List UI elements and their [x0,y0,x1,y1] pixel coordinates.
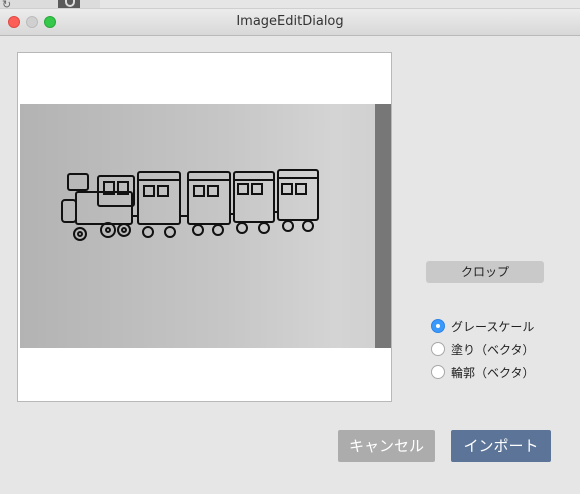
import-button[interactable]: インポート [451,430,551,462]
train-drawing-photo [20,104,391,348]
cancel-button[interactable]: キャンセル [338,430,435,462]
radio-option-fill-vector[interactable]: 塗り（ベクタ） [431,339,535,359]
radio-unselected-indicator[interactable] [431,342,445,356]
radio-selected-indicator[interactable] [431,319,445,333]
radio-unselected-indicator[interactable] [431,365,445,379]
crop-button[interactable]: クロップ [426,261,544,283]
radio-option-grayscale[interactable]: グレースケール [431,316,534,336]
window-title: ImageEditDialog [236,14,344,29]
radio-label-fill-vector: 塗り（ベクタ） [451,342,535,357]
title-bar: ImageEditDialog [0,8,580,36]
radio-option-outline-vector[interactable]: 輪郭（ベクタ） [431,362,535,382]
radio-label-grayscale: グレースケール [451,319,535,334]
image-preview-panel[interactable] [17,52,392,402]
radio-label-outline-vector: 輪郭（ベクタ） [451,365,535,380]
